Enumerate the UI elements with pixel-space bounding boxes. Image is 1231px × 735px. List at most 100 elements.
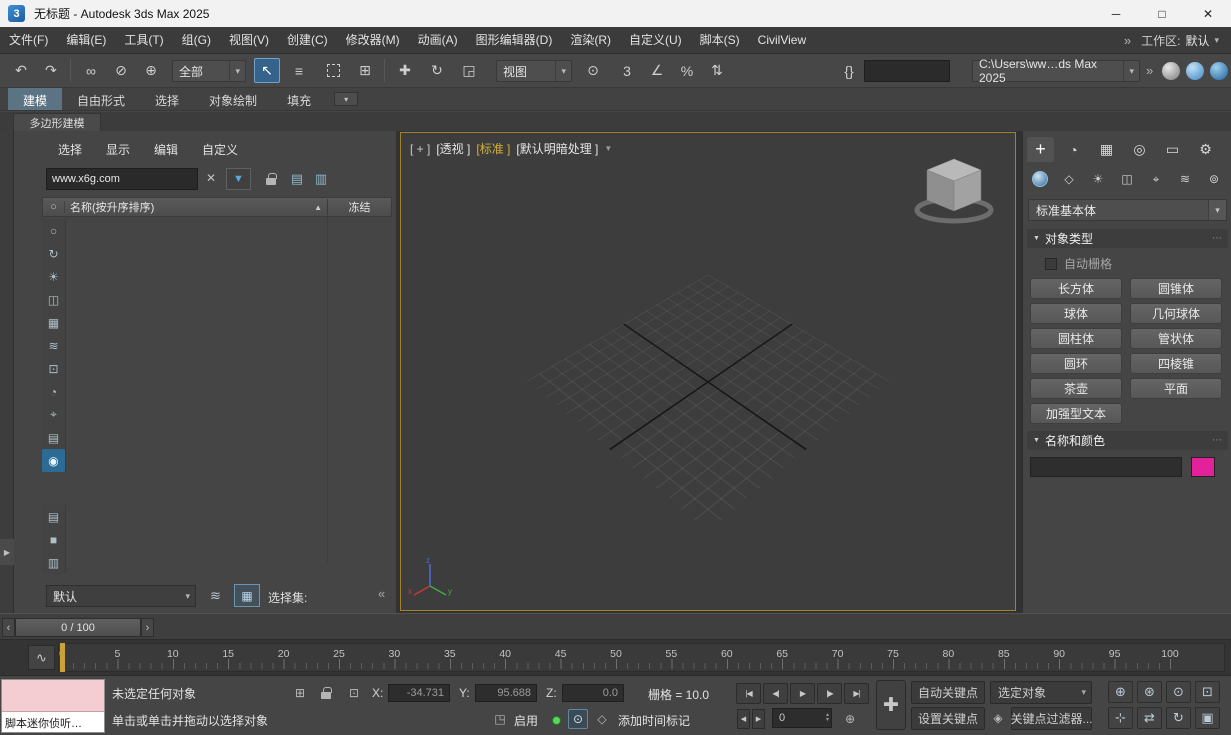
set-key-small-icon[interactable]: ⊕ — [840, 709, 860, 729]
name-color-rollout-header[interactable]: ▼ 名称和颜色 ⋯ — [1027, 431, 1228, 450]
render-production-icon[interactable] — [1210, 62, 1228, 80]
ribbon-tab-populate[interactable]: 填充 — [272, 88, 326, 110]
zoom-icon[interactable]: ⊕ — [1108, 681, 1133, 703]
explorer-filter-icon[interactable]: ◉ — [42, 449, 65, 472]
viewport-style-menu[interactable]: [标准 ] — [476, 140, 510, 157]
plane-button[interactable]: 平面 — [1130, 378, 1222, 399]
key-filter-icon[interactable]: ◈ — [988, 708, 1008, 728]
project-folder-dropdown[interactable]: C:\Users\ww…ds Max 2025 ▾ — [972, 57, 1140, 85]
cylinder-button[interactable]: 圆柱体 — [1030, 328, 1122, 349]
minimize-button[interactable]: ─ — [1093, 0, 1139, 27]
go-to-end-icon[interactable]: ▶| — [844, 683, 869, 704]
rendered-frame-window-icon[interactable] — [1186, 62, 1204, 80]
geometry-category-icon[interactable] — [1027, 167, 1053, 191]
selection-set-grid-icon[interactable]: ▦ — [234, 584, 260, 607]
set-keys-big-button[interactable]: ✚ — [876, 680, 906, 730]
x-coord-field[interactable]: -34.731 — [388, 684, 450, 702]
menu-rendering[interactable]: 渲染(R) — [561, 27, 620, 54]
bind-to-space-warp-icon[interactable]: ⊕ — [138, 58, 164, 83]
layer-manager-icon[interactable]: ≋ — [210, 588, 221, 604]
search-filter-funnel-icon[interactable]: ▼ — [226, 168, 251, 190]
workspace-selector[interactable]: 默认 — [1180, 32, 1214, 49]
lights-category-icon[interactable]: ☀ — [1085, 167, 1111, 191]
spinner-snap-icon[interactable]: ⇅ — [704, 58, 730, 83]
window-crossing-icon[interactable]: ⊞ — [352, 58, 378, 83]
explorer-menu-select[interactable]: 选择 — [58, 141, 82, 158]
ribbon-tab-modeling[interactable]: 建模 — [8, 88, 63, 110]
modify-tab-icon[interactable]: ◔ — [1060, 137, 1087, 162]
ribbon-tab-object-paint[interactable]: 对象绘制 — [194, 88, 272, 110]
reference-coordinate-dropdown[interactable]: 视图 ▾ — [496, 60, 572, 82]
autogrid-checkbox[interactable] — [1045, 257, 1057, 270]
previous-key-icon[interactable]: ◀ — [737, 709, 750, 729]
current-frame-marker[interactable] — [60, 643, 65, 672]
explorer-lock-icon[interactable] — [260, 168, 282, 190]
select-and-move-icon[interactable]: ✚ — [392, 58, 418, 83]
rectangular-selection-region-icon[interactable] — [320, 58, 346, 83]
explorer-filter-icon[interactable]: ○ — [42, 219, 65, 242]
object-color-swatch[interactable] — [1191, 457, 1215, 477]
workspace-dropdown-arrow-icon[interactable]: ▾ — [1214, 35, 1219, 46]
ribbon-panel-polygon-modeling[interactable]: 多边形建模 — [13, 113, 101, 131]
absolute-mode-icon[interactable]: ⊡ — [344, 683, 364, 703]
z-coord-field[interactable]: 0.0 — [562, 684, 624, 702]
walk-through-icon[interactable]: ⇄ — [1137, 707, 1162, 729]
y-coord-field[interactable]: 95.688 — [475, 684, 537, 702]
motion-tab-icon[interactable]: ◎ — [1126, 137, 1153, 162]
edit-named-selection-sets-icon[interactable]: {} — [836, 58, 862, 83]
explorer-list-view-icon[interactable]: ▤ — [286, 168, 308, 190]
explorer-filter-icon[interactable]: ≋ — [42, 334, 65, 357]
object-name-input[interactable] — [1030, 457, 1182, 477]
explorer-menu-display[interactable]: 显示 — [106, 141, 130, 158]
listener-macro-pane[interactable] — [2, 680, 104, 712]
use-pivot-center-icon[interactable]: ⊙ — [580, 58, 606, 83]
object-type-rollout-header[interactable]: ▼ 对象类型 ⋯ — [1027, 229, 1228, 248]
set-key-mode-icon[interactable]: ⊙ — [568, 709, 588, 729]
view-cube[interactable] — [909, 153, 999, 231]
explorer-filter-icon[interactable]: ▥ — [42, 551, 65, 574]
next-frame-icon[interactable]: |▶ — [817, 683, 842, 704]
next-frame-arrow-icon[interactable]: › — [141, 618, 154, 637]
ribbon-tab-selection[interactable]: 选择 — [140, 88, 194, 110]
teapot-button[interactable]: 茶壶 — [1030, 378, 1122, 399]
hierarchy-tab-icon[interactable]: ▦ — [1093, 137, 1120, 162]
systems-category-icon[interactable]: ⊚ — [1201, 167, 1227, 191]
close-button[interactable]: ✕ — [1185, 0, 1231, 27]
previous-frame-arrow-icon[interactable]: ‹ — [2, 618, 15, 637]
maximize-button[interactable]: □ — [1139, 0, 1185, 27]
explorer-detail-view-icon[interactable]: ▥ — [310, 168, 332, 190]
zoom-region-icon[interactable]: ⊡ — [1195, 681, 1220, 703]
column-name[interactable]: 名称(按升序排序) ▲ — [65, 199, 327, 215]
textplus-button[interactable]: 加强型文本 — [1030, 403, 1122, 424]
menu-group[interactable]: 组(G) — [173, 27, 220, 54]
space-warps-category-icon[interactable]: ≋ — [1172, 167, 1198, 191]
frame-spinner[interactable]: ▴ ▾ — [826, 712, 831, 723]
ribbon-minimize-dropdown-icon[interactable]: ▾ — [334, 92, 359, 106]
utilities-tab-icon[interactable]: ⚙ — [1192, 137, 1219, 162]
toolbar-overflow-icon[interactable]: » — [1146, 63, 1153, 78]
viewport-filter-funnel-icon[interactable]: ▼ — [604, 144, 612, 153]
orbit-icon[interactable]: ↻ — [1166, 707, 1191, 729]
time-tag-icon[interactable]: ◇ — [592, 709, 612, 729]
percent-snap-icon[interactable]: % — [674, 58, 700, 83]
explorer-filter-icon[interactable]: ⊡ — [42, 357, 65, 380]
explorer-filter-icon[interactable]: ☀ — [42, 265, 65, 288]
menu-graph-editors[interactable]: 图形编辑器(D) — [467, 27, 562, 54]
explorer-menu-edit[interactable]: 编辑 — [154, 141, 178, 158]
explorer-filter-icon[interactable]: ▤ — [42, 426, 65, 449]
shapes-category-icon[interactable]: ◇ — [1056, 167, 1082, 191]
app-icon[interactable]: 3 — [8, 5, 25, 22]
ribbon-tab-freeform[interactable]: 自由形式 — [62, 88, 140, 110]
column-icon-circle[interactable]: ○ — [43, 201, 65, 213]
time-slider[interactable]: ‹ 0 / 100 › — [0, 613, 1231, 640]
current-frame-field[interactable]: 0 ▴ ▾ — [772, 708, 832, 728]
mini-curve-editor-icon[interactable]: ∿ — [28, 645, 55, 670]
explorer-preset-dropdown[interactable]: 默认 ▾ — [46, 585, 196, 607]
named-selection-input[interactable] — [864, 60, 950, 82]
auto-key-button[interactable]: 自动关键点 — [911, 681, 985, 704]
next-key-icon[interactable]: ▶ — [752, 709, 765, 729]
zoom-extents-icon[interactable]: ⊙ — [1166, 681, 1191, 703]
menu-create[interactable]: 创建(C) — [278, 27, 337, 54]
menu-modifiers[interactable]: 修改器(M) — [337, 27, 409, 54]
viewport-pov-menu[interactable]: [透视 ] — [436, 140, 470, 157]
